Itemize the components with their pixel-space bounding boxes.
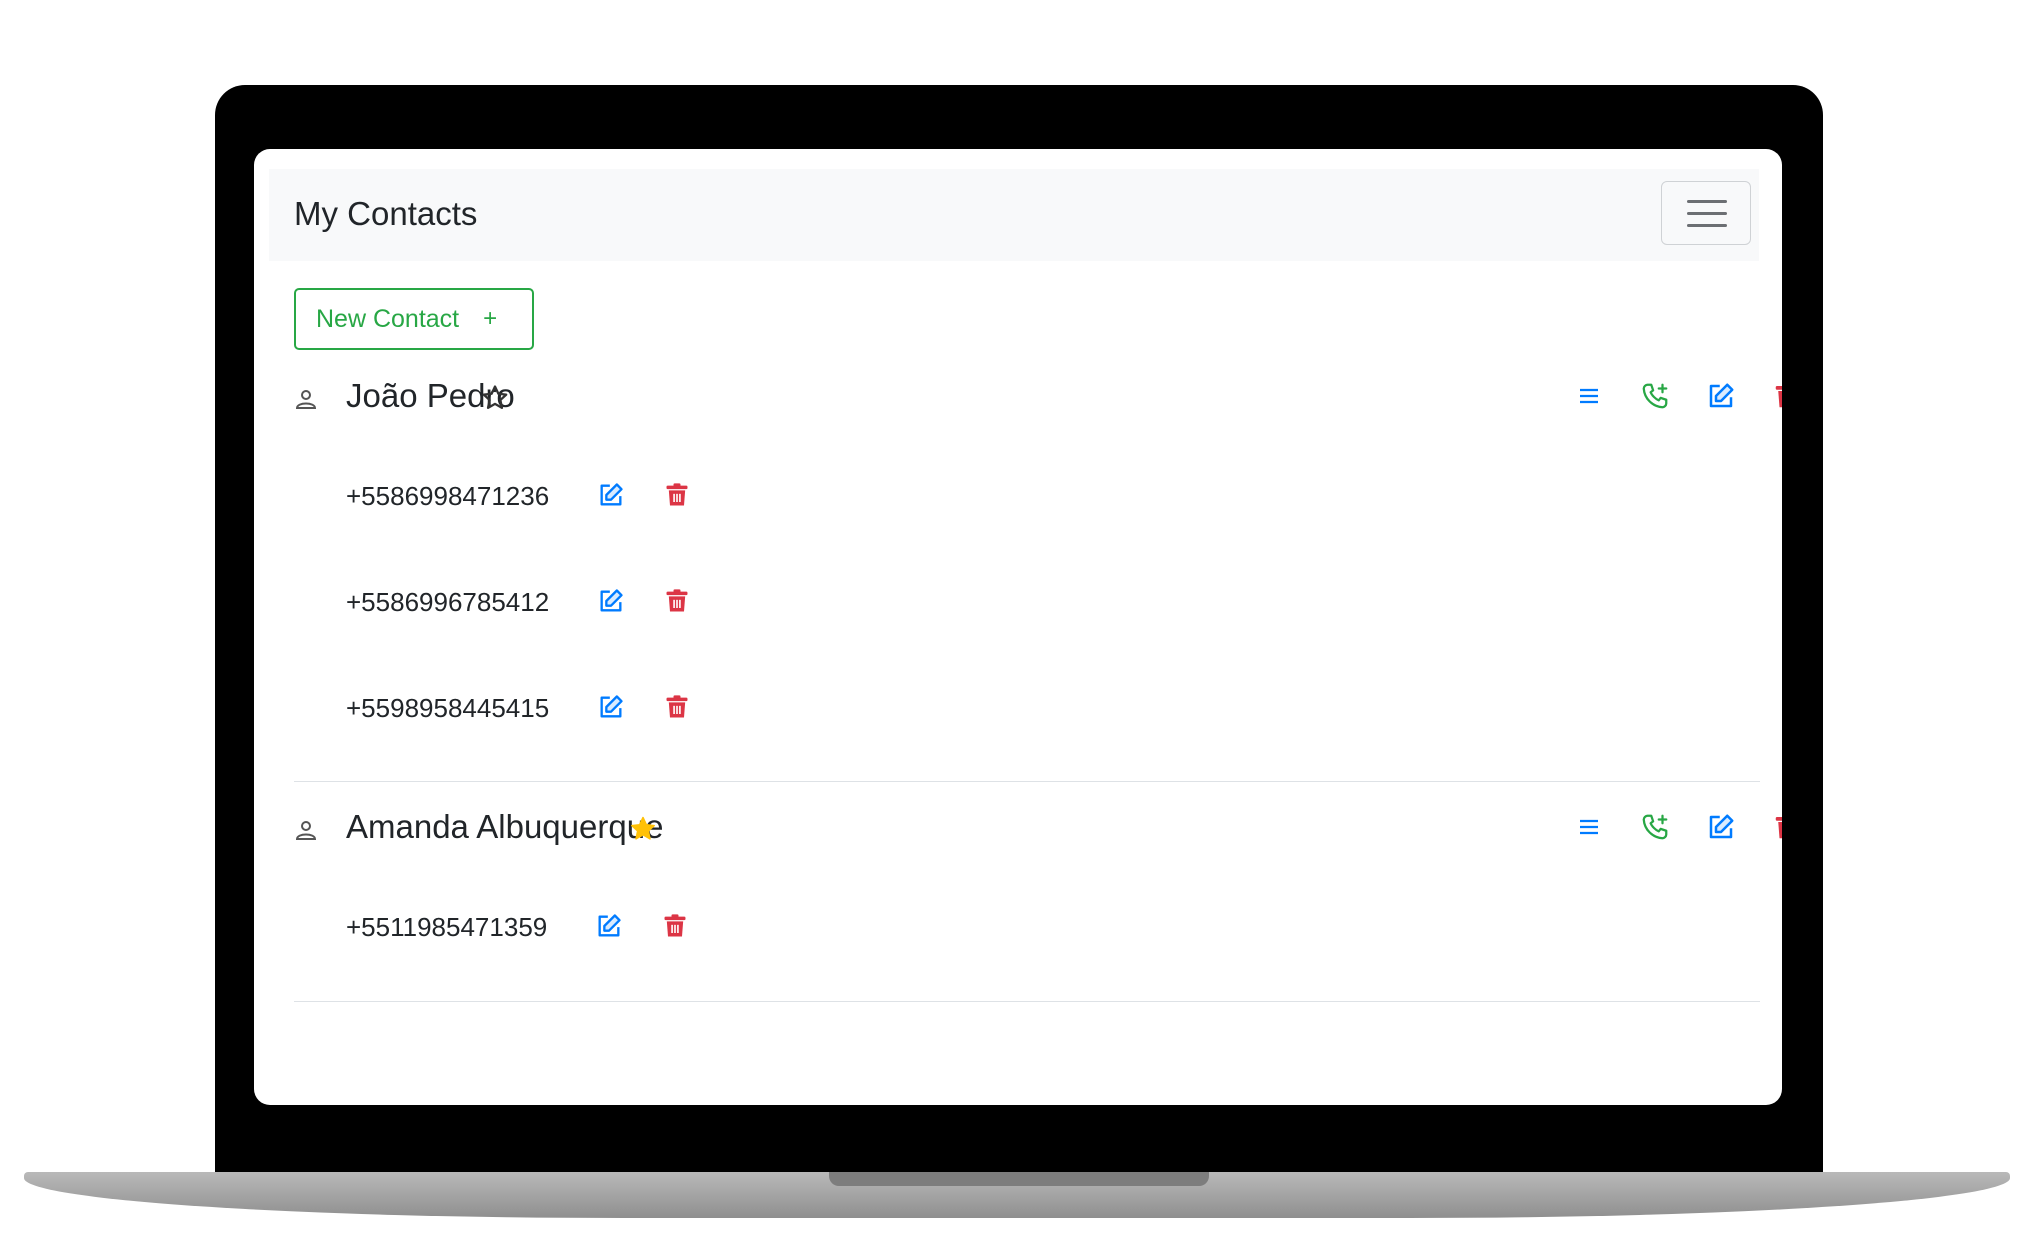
contact-header: Amanda Albuquerque: [294, 804, 1782, 854]
trash-icon[interactable]: [661, 912, 689, 940]
person-icon: [294, 818, 318, 842]
person-icon: [294, 387, 318, 411]
trash-icon[interactable]: [663, 693, 691, 721]
app-screen: My Contacts New Contact + João Pedro +55…: [254, 149, 1782, 1105]
hamburger-menu-icon: [1687, 200, 1727, 203]
edit-icon[interactable]: [595, 912, 623, 940]
contact-actions: [1574, 381, 1782, 415]
contact-name[interactable]: Amanda Albuquerque: [346, 808, 663, 846]
contact-divider: [294, 1001, 1760, 1002]
list-icon[interactable]: [1574, 812, 1604, 842]
trash-icon[interactable]: [1772, 812, 1782, 842]
new-contact-label: New Contact: [316, 304, 460, 333]
app-title[interactable]: My Contacts: [294, 195, 477, 233]
trash-icon[interactable]: [663, 481, 691, 509]
trash-icon[interactable]: [663, 587, 691, 615]
phone-plus-icon[interactable]: [1640, 381, 1670, 411]
phone-number: +5586996785412: [346, 587, 550, 617]
star-filled-icon[interactable]: [628, 814, 658, 844]
star-outline-icon[interactable]: [480, 383, 510, 413]
hamburger-menu-button[interactable]: [1661, 181, 1751, 245]
phone-plus-icon[interactable]: [1640, 812, 1670, 842]
trash-icon[interactable]: [1772, 381, 1782, 411]
phone-number: +5586998471236: [346, 481, 550, 511]
plus-icon: +: [483, 305, 498, 332]
navbar: My Contacts: [269, 169, 1759, 261]
phone-number: +5598958445415: [346, 693, 550, 723]
edit-icon[interactable]: [597, 481, 625, 509]
new-contact-button[interactable]: New Contact +: [294, 288, 534, 350]
list-icon[interactable]: [1574, 381, 1604, 411]
edit-icon[interactable]: [597, 693, 625, 721]
edit-icon[interactable]: [1706, 812, 1736, 842]
hamburger-bar: [1687, 212, 1727, 215]
contact-divider: [294, 781, 1760, 782]
laptop-notch: [829, 1172, 1209, 1186]
hamburger-bar: [1687, 224, 1727, 227]
laptop-mockup: My Contacts New Contact + João Pedro +55…: [0, 0, 2032, 1249]
edit-icon[interactable]: [1706, 381, 1736, 411]
contact-actions: [1574, 812, 1782, 846]
contact-header: João Pedro: [294, 373, 1782, 423]
phone-number: +5511985471359: [346, 912, 548, 942]
edit-icon[interactable]: [597, 587, 625, 615]
